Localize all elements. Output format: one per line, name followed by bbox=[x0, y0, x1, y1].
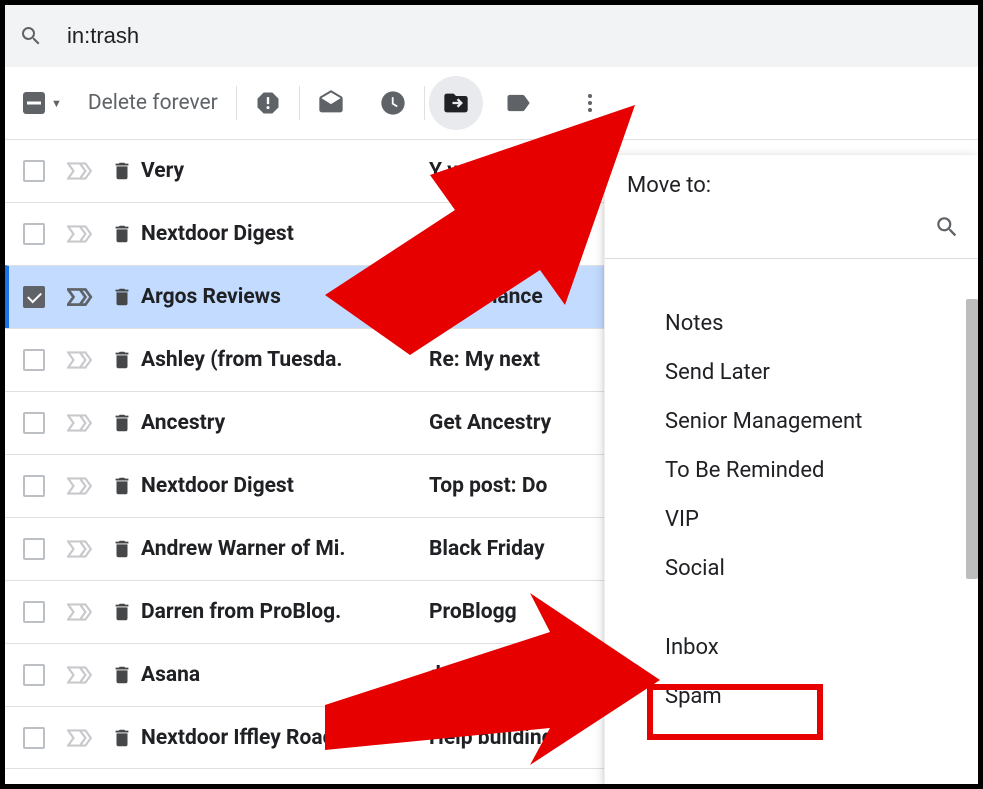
trash-icon bbox=[111, 160, 133, 182]
move-to-icon bbox=[442, 89, 470, 117]
sender: Nextdoor Digest bbox=[141, 222, 429, 246]
importance-marker[interactable] bbox=[67, 603, 93, 621]
labels-button[interactable] bbox=[487, 83, 549, 123]
toolbar: ▼ Delete forever bbox=[5, 67, 978, 139]
checkbox[interactable] bbox=[23, 538, 45, 560]
popover-item[interactable]: Inbox bbox=[605, 623, 966, 672]
sender: Nextdoor Digest bbox=[141, 474, 429, 498]
trash-icon bbox=[111, 601, 133, 623]
select-all-dropdown[interactable]: ▼ bbox=[23, 92, 62, 114]
trash-icon bbox=[111, 412, 133, 434]
search-icon[interactable] bbox=[19, 24, 43, 48]
popover-item[interactable]: VIP bbox=[605, 495, 966, 544]
trash-icon bbox=[111, 349, 133, 371]
importance-marker[interactable] bbox=[67, 351, 93, 369]
popover-item[interactable]: Social bbox=[605, 544, 966, 593]
importance-marker[interactable] bbox=[67, 477, 93, 495]
more-vert-icon bbox=[578, 91, 602, 115]
scrollbar[interactable] bbox=[966, 299, 978, 579]
checkbox[interactable] bbox=[23, 664, 45, 686]
trash-icon bbox=[111, 538, 133, 560]
trash-icon bbox=[111, 664, 133, 686]
clock-icon bbox=[379, 89, 407, 117]
trash-icon bbox=[111, 286, 133, 308]
checkbox[interactable] bbox=[23, 160, 45, 182]
snooze-button[interactable] bbox=[362, 83, 424, 123]
divider bbox=[424, 86, 425, 120]
sender: Argos Reviews bbox=[141, 285, 429, 309]
importance-marker[interactable] bbox=[67, 225, 93, 243]
checkbox[interactable] bbox=[23, 223, 45, 245]
report-spam-icon bbox=[254, 89, 282, 117]
search-bar bbox=[5, 5, 978, 67]
more-button[interactable] bbox=[559, 83, 621, 123]
trash-icon bbox=[111, 727, 133, 749]
importance-marker[interactable] bbox=[67, 414, 93, 432]
search-input[interactable] bbox=[67, 23, 964, 49]
popover-item[interactable]: Senior Management bbox=[605, 397, 966, 446]
importance-marker[interactable] bbox=[67, 162, 93, 180]
popover-search-row bbox=[605, 210, 978, 259]
sender: Ashley (from Tuesda. bbox=[141, 348, 429, 372]
sender: Asana bbox=[141, 663, 429, 687]
trash-icon bbox=[111, 223, 133, 245]
checkbox[interactable] bbox=[23, 475, 45, 497]
popover-list: NotesSend LaterSenior ManagementTo Be Re… bbox=[605, 299, 978, 721]
search-icon[interactable] bbox=[934, 214, 960, 244]
select-indeterminate-icon bbox=[23, 92, 45, 114]
checkbox[interactable] bbox=[23, 601, 45, 623]
chevron-down-icon: ▼ bbox=[51, 97, 62, 110]
delete-forever-button[interactable]: Delete forever bbox=[88, 91, 218, 115]
mark-as-read-button[interactable] bbox=[300, 83, 362, 123]
popover-item[interactable]: Notes bbox=[605, 299, 966, 348]
sender: Andrew Warner of Mi. bbox=[141, 537, 429, 561]
sender: Nextdoor Iffley Road bbox=[141, 726, 429, 750]
sender: Ancestry bbox=[141, 411, 429, 435]
popover-item[interactable]: Spam bbox=[605, 672, 966, 721]
trash-icon bbox=[111, 475, 133, 497]
checkbox[interactable] bbox=[23, 412, 45, 434]
report-spam-button[interactable] bbox=[237, 83, 299, 123]
popover-title: Move to: bbox=[605, 173, 978, 198]
label-icon bbox=[504, 89, 532, 117]
checkbox[interactable] bbox=[23, 286, 45, 308]
drafts-icon bbox=[317, 89, 345, 117]
sender: Darren from ProBlog. bbox=[141, 600, 429, 624]
popover-item[interactable]: Send Later bbox=[605, 348, 966, 397]
checkbox[interactable] bbox=[23, 349, 45, 371]
importance-marker[interactable] bbox=[67, 729, 93, 747]
importance-marker[interactable] bbox=[67, 540, 93, 558]
move-to-popover: Move to: NotesSend LaterSenior Managemen… bbox=[604, 155, 978, 787]
checkbox[interactable] bbox=[23, 727, 45, 749]
sender: Very bbox=[141, 159, 429, 183]
move-to-button[interactable] bbox=[429, 76, 483, 130]
importance-marker[interactable] bbox=[67, 666, 93, 684]
importance-marker[interactable] bbox=[67, 288, 93, 306]
popover-item[interactable]: To Be Reminded bbox=[605, 446, 966, 495]
